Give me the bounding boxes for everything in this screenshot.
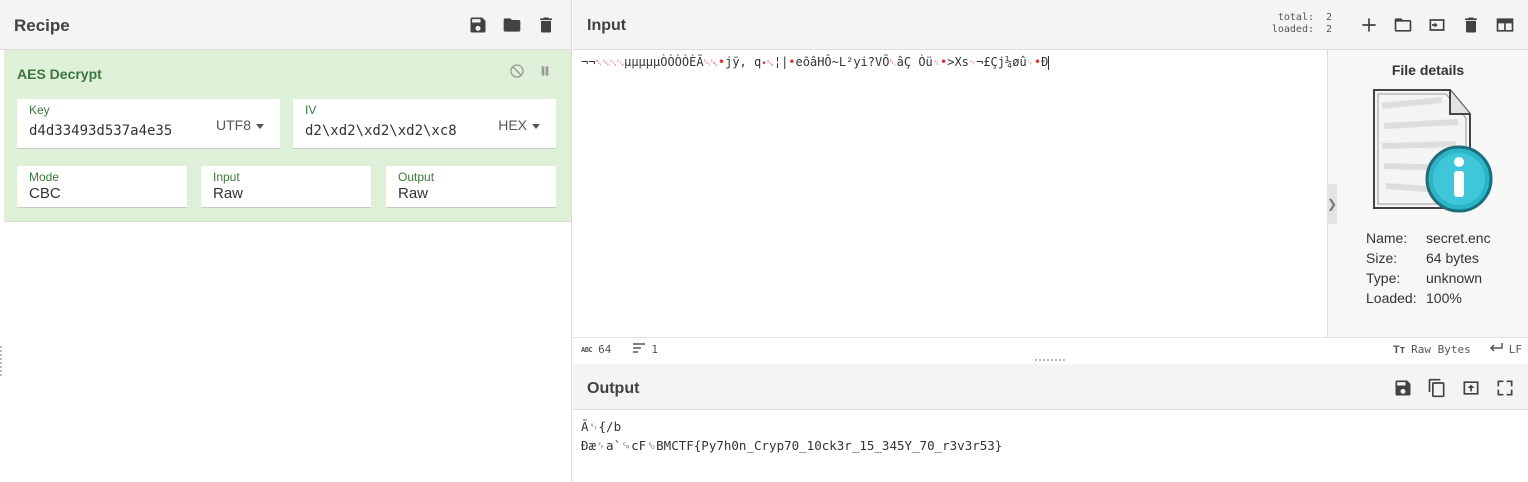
file-size: 64 bytes — [1426, 250, 1479, 266]
input-textarea[interactable]: ¬¬␀␁␂␃µµµµµÒÒÒÒÈÃ␄␅•jÿ, q•␆¦|•eõâHÔ~L²yi… — [573, 50, 1327, 337]
input-text-seg: Ð — [1041, 55, 1049, 69]
control-char: ␇ — [889, 59, 897, 69]
input-text-seg: ¦| — [773, 55, 789, 69]
file-details-table: Name: secret.enc Size: 64 bytes Type: unkno… — [1366, 228, 1491, 308]
text-cursor — [1048, 55, 1050, 70]
name-key: Name: — [1366, 230, 1408, 246]
total-label: total: — [1277, 12, 1314, 23]
file-type: unknown — [1426, 270, 1483, 286]
file-name: secret.enc — [1426, 230, 1491, 246]
open-file-icon[interactable] — [1426, 14, 1448, 36]
clear-input-icon[interactable] — [1460, 14, 1482, 36]
output-line: Ã␋{/b — [581, 419, 622, 434]
input-format-label: Input — [213, 170, 240, 184]
eol-selector[interactable]: LF — [1509, 343, 1522, 356]
cyberchef-app: Recipe AES Decrypt Key d4d33493d537a4e35… — [0, 0, 1528, 482]
mode-select[interactable]: CBC — [29, 185, 61, 202]
input-text-seg: ¬£Çj¼øû — [976, 55, 1027, 69]
key-input[interactable]: d4d33493d537a4e35 — [29, 123, 209, 139]
key-field[interactable]: Key d4d33493d537a4e35 UTF8 — [17, 99, 280, 149]
size-key: Size: — [1366, 250, 1398, 266]
output-textarea[interactable]: Ã␋{/b Ðæ␌a`␍cF␎BMCTF{Py7h0n_Cryp70_10ck3r… — [573, 410, 1528, 482]
output-line: Ðæ␌a`␍cF␎BMCTF{Py7h0n_Cryp70_10ck3r_15_3… — [581, 438, 1003, 453]
total-count: 2 — [1325, 12, 1332, 23]
pause-icon[interactable] — [537, 63, 553, 79]
add-icon[interactable] — [1358, 14, 1380, 36]
input-stats: total: 2 loaded: 2 — [1268, 12, 1332, 36]
file-info-icon — [1373, 89, 1493, 213]
eol-icon — [1489, 343, 1503, 356]
collapse-details-toggle[interactable]: ❯ — [1327, 184, 1337, 224]
output-pane: Output Ã␋{/b Ðæ␌a`␍cF␎BMCTF{Py7h0n_Cryp70… — [573, 364, 1528, 482]
input-text-seg: µµµµµÒÒÒÒÈÃ — [624, 55, 704, 69]
input-toolbar — [1358, 14, 1516, 36]
control-char: • — [717, 55, 726, 69]
key-encoding-dropdown[interactable]: UTF8 — [216, 117, 264, 133]
output-format-field[interactable]: Output Raw — [386, 166, 556, 208]
control-char: ␊ — [1026, 59, 1034, 69]
save-output-icon[interactable] — [1392, 377, 1414, 399]
input-lines: 1 — [651, 343, 659, 356]
input-text-seg: jÿ, q — [725, 55, 762, 69]
charset-icon: Tт — [1393, 343, 1406, 356]
trash-icon[interactable] — [535, 14, 557, 36]
control-char: ␀␁␂␃ — [595, 59, 625, 69]
iv-label: IV — [305, 103, 317, 117]
loaded-key: Loaded: — [1366, 290, 1417, 306]
aes-decrypt-operation[interactable]: AES Decrypt Key d4d33493d537a4e35 UTF8 I… — [4, 50, 571, 222]
type-key: Type: — [1366, 270, 1401, 286]
input-format-select[interactable]: Raw — [213, 185, 243, 202]
control-char: ␈ — [932, 59, 940, 69]
control-char: •␆ — [761, 59, 774, 69]
operation-title: AES Decrypt — [17, 66, 102, 82]
file-details-panel: ❯ File details Name: secret.enc Size: 64 b… — [1327, 50, 1528, 337]
loaded-count: 2 — [1325, 24, 1332, 35]
input-text-seg: eõâHÔ~L²yi?VÕ — [795, 55, 890, 69]
recipe-toolbar — [467, 14, 557, 36]
recipe-title: Recipe — [14, 16, 70, 35]
status-right: Tт Raw Bytes LF — [1393, 343, 1522, 356]
control-char: • — [788, 55, 796, 69]
iv-field[interactable]: IV d2\xd2\xd2\xd2\xc8 HEX — [293, 99, 556, 149]
recipe-pane: Recipe AES Decrypt Key d4d33493d537a4e35… — [0, 0, 572, 482]
resize-handle[interactable] — [0, 346, 3, 376]
input-title: Input — [587, 17, 627, 34]
status-left: ABC 64 1 — [581, 343, 658, 356]
open-folder-icon[interactable] — [1392, 14, 1414, 36]
file-details-title: File details — [1391, 62, 1465, 78]
input-text-seg: >Xs — [947, 55, 969, 69]
save-icon[interactable] — [467, 14, 489, 36]
iv-input[interactable]: d2\xd2\xd2\xd2\xc8 — [305, 123, 477, 139]
charset-selector[interactable]: Raw Bytes — [1411, 343, 1471, 356]
output-title: Output — [587, 380, 640, 397]
folder-icon[interactable] — [501, 14, 523, 36]
layout-icon[interactable] — [1494, 14, 1516, 36]
replace-input-icon[interactable] — [1460, 377, 1482, 399]
iv-encoding-dropdown[interactable]: HEX — [498, 117, 540, 133]
output-format-label: Output — [398, 170, 435, 184]
mode-field[interactable]: Mode CBC — [17, 166, 187, 208]
input-format-field[interactable]: Input Raw — [201, 166, 371, 208]
maximize-icon[interactable] — [1494, 377, 1516, 399]
output-toolbar — [1392, 377, 1516, 399]
lines-icon — [633, 343, 646, 356]
recipe-header: Recipe — [0, 0, 571, 50]
file-loaded: 100% — [1426, 290, 1462, 306]
operation-controls — [509, 63, 553, 79]
disable-icon[interactable] — [509, 63, 525, 79]
copy-icon[interactable] — [1426, 377, 1448, 399]
input-text-seg: ¬¬ — [581, 55, 596, 69]
loaded-label: loaded: — [1271, 24, 1314, 35]
output-header: Output — [573, 364, 1528, 410]
input-text-seg: âÇ Òü — [896, 55, 933, 69]
output-format-select[interactable]: Raw — [398, 185, 428, 202]
input-header: Input total: 2 loaded: 2 — [573, 0, 1528, 50]
mode-label: Mode — [29, 170, 60, 184]
key-label: Key — [29, 103, 50, 117]
input-length: 64 — [598, 343, 612, 356]
input-pane: Input total: 2 loaded: 2 ¬¬␀␁␂␃µµµµµÒÒÒÒ… — [573, 0, 1528, 362]
control-char: ␄␅ — [703, 59, 718, 69]
length-icon: ABC — [581, 345, 593, 354]
